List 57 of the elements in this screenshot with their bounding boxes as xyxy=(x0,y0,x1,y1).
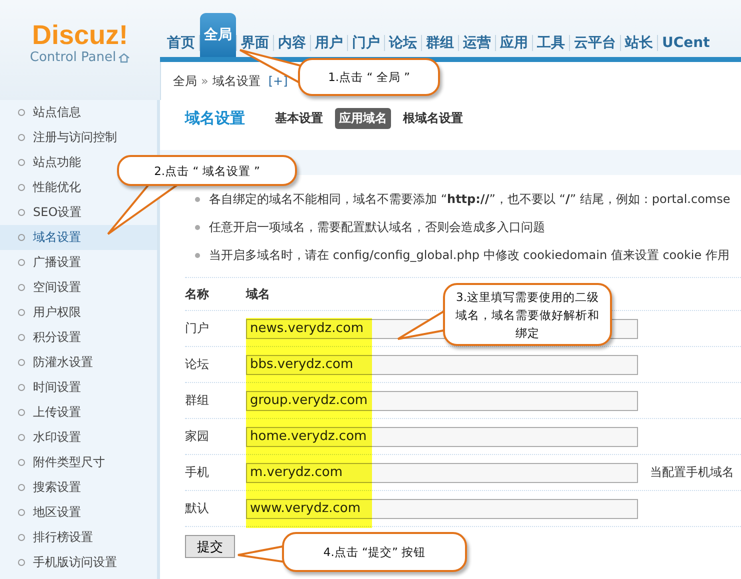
nav-tab[interactable]: 工具 xyxy=(533,23,569,57)
nav-tab[interactable]: 应用 xyxy=(496,23,532,57)
tab[interactable]: 基本设置 xyxy=(271,108,327,128)
sidebar-item[interactable]: 积分设置 xyxy=(0,325,157,350)
callout-tooltip: 2.点击 “ 域名设置 ” xyxy=(117,155,297,186)
nav-tab[interactable]: UCent xyxy=(658,23,714,57)
tip-text: 任意开启一项域名，需要配置默认域名，否则会造成多入口问题 xyxy=(209,218,545,236)
row-label: 门户 xyxy=(185,320,210,337)
field-hint: 当配置手机域名 xyxy=(650,464,734,481)
breadcrumb-separator: » xyxy=(201,74,208,88)
submit-button[interactable]: 提交 xyxy=(185,535,235,558)
logo-text: Discuz! xyxy=(32,20,128,50)
nav-tab[interactable]: 论坛 xyxy=(385,23,421,57)
tab[interactable]: 应用域名 xyxy=(335,108,391,128)
nav-tab[interactable]: 全局 xyxy=(200,13,236,57)
sidebar-item[interactable]: 水印设置 xyxy=(0,425,157,450)
nav-tab[interactable]: 用户 xyxy=(311,23,347,57)
nav-tab[interactable]: 门户 xyxy=(348,23,384,57)
sidebar-item[interactable]: 排行榜设置 xyxy=(0,525,157,550)
sidebar-item[interactable]: 地区设置 xyxy=(0,500,157,525)
logo-subtitle: Control Panel xyxy=(30,50,116,65)
row-label: 手机 xyxy=(185,464,210,481)
add-shortcut-link[interactable]: [+] xyxy=(268,74,288,88)
sidebar-item[interactable]: 时间设置 xyxy=(0,375,157,400)
sidebar-item[interactable]: 搜索设置 xyxy=(0,475,157,500)
nav-tab[interactable]: 站长 xyxy=(621,23,657,57)
nav-tab[interactable]: 首页 xyxy=(163,23,199,57)
sidebar-item[interactable]: 防灌水设置 xyxy=(0,350,157,375)
sidebar-item[interactable]: SEO设置 xyxy=(0,200,157,225)
sidebar-item[interactable]: 注册与访问控制 xyxy=(0,125,157,150)
column-header: 域名 xyxy=(246,286,270,302)
home-icon xyxy=(118,52,130,62)
sidebar-item[interactable]: 用户权限 xyxy=(0,300,157,325)
sidebar-item[interactable]: 站点信息 xyxy=(0,100,157,125)
row-label: 默认 xyxy=(185,500,210,517)
sidebar-item[interactable]: 手机版访问设置 xyxy=(0,550,157,575)
row-label: 群组 xyxy=(185,392,210,409)
nav-tab[interactable]: 界面 xyxy=(237,23,273,57)
sidebar-item[interactable]: 附件类型尺寸 xyxy=(0,450,157,475)
sidebar-item[interactable]: 广播设置 xyxy=(0,250,157,275)
nav-tab[interactable]: 内容 xyxy=(274,23,310,57)
tip-text: 当开启多域名时，请在 config/config_global.php 中修改 cookiedomain 值来设置 cookie 作用 xyxy=(209,246,730,264)
sidebar-item[interactable]: 上传设置 xyxy=(0,400,157,425)
breadcrumb-link[interactable]: 全局 xyxy=(173,72,197,90)
nav-tab[interactable]: 运营 xyxy=(459,23,495,57)
row-label: 家园 xyxy=(185,428,210,445)
nav-tab[interactable]: 群组 xyxy=(422,23,458,57)
column-header: 名称 xyxy=(185,286,210,302)
sidebar-item[interactable]: 域名设置 xyxy=(0,225,157,250)
breadcrumb-current: 域名设置 xyxy=(212,72,260,90)
page-title: 域名设置 xyxy=(185,108,245,128)
tip-text: 各自绑定的域名不能相同，域名不需要添加 “http://”，也不要以 “/” 结尾，例如：portal.comse xyxy=(209,190,730,208)
sidebar-item[interactable]: 空间设置 xyxy=(0,275,157,300)
nav-tab[interactable]: 云平台 xyxy=(570,23,620,57)
tab[interactable]: 根域名设置 xyxy=(399,108,467,128)
row-label: 论坛 xyxy=(185,356,210,373)
callout-tooltip: 4.点击 “提交” 按钮 xyxy=(282,532,467,572)
